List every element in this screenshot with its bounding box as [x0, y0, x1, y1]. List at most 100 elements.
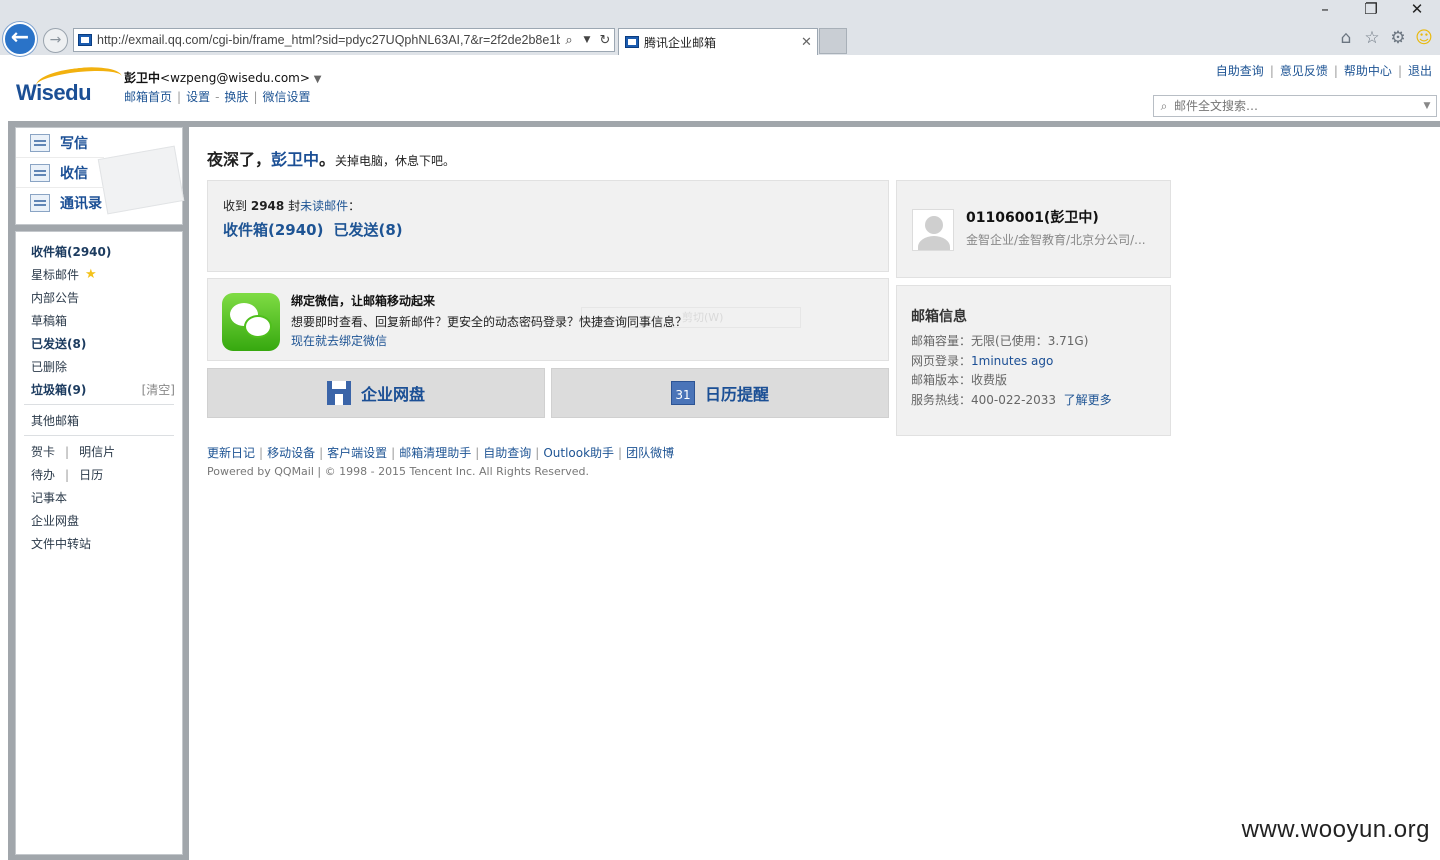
folder-starred-label: 星标邮件: [31, 268, 80, 282]
browser-tab[interactable]: 腾讯企业邮箱 ✕: [618, 28, 818, 55]
notes-link[interactable]: 记事本: [16, 486, 182, 509]
profile-org: 金智企业/金智教育/北京分公司/...: [966, 233, 1146, 247]
clear-spam-link[interactable]: [清空]: [142, 381, 175, 398]
folder-notice[interactable]: 内部公告: [16, 286, 182, 309]
quick-actions-panel: 写信 收信 通讯录: [15, 127, 185, 225]
mail-search-input[interactable]: [1174, 99, 1418, 113]
file-transfer-link[interactable]: 文件中转站: [16, 532, 182, 555]
new-tab-button[interactable]: [819, 28, 847, 54]
browser-chrome: – ❐ ✕ ← → http://exmail.qq.com/cgi-bin/f…: [0, 0, 1440, 56]
mail-home-link[interactable]: 邮箱首页: [124, 90, 172, 104]
logo-text: Wisedu: [16, 80, 92, 105]
user-identity[interactable]: 彭卫中<wzpeng@wisedu.com> ▼: [124, 69, 321, 86]
calendar-reminder-button[interactable]: 31 日历提醒: [551, 368, 889, 418]
close-window-button[interactable]: ✕: [1394, 0, 1440, 20]
folder-drafts[interactable]: 草稿箱: [16, 309, 182, 332]
star-icon: ★: [85, 267, 97, 282]
sent-link[interactable]: 已发送(8): [333, 221, 402, 239]
enterprise-disk-button[interactable]: 企业网盘: [207, 368, 545, 418]
avatar[interactable]: [912, 209, 954, 251]
wechat-settings-link[interactable]: 微信设置: [262, 90, 310, 104]
envelope-decoration: [97, 145, 185, 215]
compose-button[interactable]: 写信: [16, 128, 104, 158]
bind-wechat-link[interactable]: 现在就去绑定微信: [291, 332, 387, 349]
wechat-icon[interactable]: [222, 293, 280, 351]
folder-inbox[interactable]: 收件箱(2940): [16, 240, 182, 263]
home-icon[interactable]: ⌂: [1336, 28, 1356, 48]
unread-mail-link[interactable]: 未读邮件: [300, 199, 348, 213]
search-icon: ⌕: [1160, 98, 1168, 113]
version-value: 收费版: [971, 373, 1008, 387]
contacts-label: 通讯录: [60, 196, 102, 212]
changelog-link[interactable]: 更新日记: [207, 446, 255, 460]
folder-spam[interactable]: 垃圾箱(9) [清空]: [16, 378, 182, 401]
team-weibo-link[interactable]: 团队微博: [626, 446, 674, 460]
tools-row-cards: 贺卡 | 明信片: [31, 443, 116, 460]
folder-deleted[interactable]: 已删除: [16, 355, 182, 378]
site-favicon-icon: [78, 34, 92, 46]
folder-sent[interactable]: 已发送(8): [16, 332, 182, 355]
wisedu-logo[interactable]: Wisedu: [14, 63, 124, 110]
greeting-tail: 关掉电脑，休息下吧。: [335, 154, 456, 168]
refresh-icon[interactable]: ↻: [596, 33, 614, 48]
skin-link[interactable]: 换肤: [224, 90, 248, 104]
search-icon[interactable]: ⌕: [560, 33, 578, 48]
contacts-button[interactable]: 通讯录: [16, 188, 104, 218]
mailbox-links: 收件箱(2940) 已发送(8): [223, 219, 413, 240]
postcard-link[interactable]: 明信片: [79, 443, 115, 460]
search-dropdown-icon[interactable]: ▼: [1418, 101, 1436, 111]
calendar-reminder-label: 日历提醒: [704, 385, 769, 404]
divider: [24, 404, 174, 405]
feedback-link[interactable]: 意见反馈: [1280, 64, 1328, 78]
folder-other-mailbox[interactable]: 其他邮箱: [16, 409, 182, 432]
dropdown-icon[interactable]: ▼: [578, 35, 596, 45]
greeting-prefix: 夜深了，: [207, 150, 272, 169]
mobile-device-link[interactable]: 移动设备: [267, 446, 315, 460]
url-text[interactable]: http://exmail.qq.com/cgi-bin/frame_html?…: [97, 33, 560, 47]
outlook-assistant-link[interactable]: Outlook助手: [543, 446, 614, 460]
hotline-value: 400-022-2033: [971, 392, 1057, 407]
minimize-button[interactable]: –: [1302, 0, 1348, 20]
capacity-value: 无限(已使用：3.71G): [971, 334, 1089, 348]
header-right-links: 自助查询 | 意见反馈 | 帮助中心 | 退出: [1215, 64, 1432, 78]
mail-search-box: ⌕ ▼: [1153, 95, 1437, 117]
enterprise-disk-label: 企业网盘: [360, 385, 425, 404]
powered-by: Powered by QQMail | © 1998 - 2015 Tencen…: [207, 465, 590, 478]
inbox-link[interactable]: 收件箱(2940): [223, 221, 323, 239]
self-query-link[interactable]: 自助查询: [483, 446, 531, 460]
learn-more-link[interactable]: 了解更多: [1064, 393, 1112, 407]
profile-name: 01106001(彭卫中): [966, 210, 1099, 226]
user-email: <wzpeng@wisedu.com>: [160, 71, 310, 85]
folder-starred[interactable]: 星标邮件 ★: [16, 263, 182, 286]
compose-label: 写信: [60, 135, 88, 152]
wechat-bind-panel: 绑定微信，让邮箱移动起来 剪切(W) 想要即时查看、回复新邮件？更安全的动态密码…: [207, 278, 889, 361]
tab-close-icon[interactable]: ✕: [801, 35, 817, 50]
greeting-name: 彭卫中: [271, 150, 320, 169]
address-bar[interactable]: http://exmail.qq.com/cgi-bin/frame_html?…: [73, 28, 615, 52]
settings-link[interactable]: 设置: [186, 90, 210, 104]
compose-icon: [30, 133, 50, 152]
logout-link[interactable]: 退出: [1408, 64, 1432, 78]
enterprise-disk-link[interactable]: 企业网盘: [16, 509, 182, 532]
help-center-link[interactable]: 帮助中心: [1344, 64, 1392, 78]
favorites-star-icon[interactable]: ☆: [1362, 28, 1382, 48]
calendar-link[interactable]: 日历: [79, 466, 103, 483]
capacity-row: 邮箱容量：无限(已使用：3.71G): [911, 334, 1089, 348]
unread-summary: 收到 2948 封未读邮件：: [223, 199, 361, 213]
card-link[interactable]: 贺卡: [31, 443, 55, 460]
tab-title: 腾讯企业邮箱: [644, 35, 717, 50]
cleanup-assistant-link[interactable]: 邮箱清理助手: [399, 446, 471, 460]
forward-arrow-icon[interactable]: →: [43, 28, 68, 53]
restore-button[interactable]: ❐: [1348, 0, 1394, 20]
back-arrow-icon[interactable]: ←: [3, 22, 37, 56]
self-service-link[interactable]: 自助查询: [1216, 64, 1264, 78]
chevron-down-icon[interactable]: ▼: [314, 74, 322, 85]
receive-button[interactable]: 收信: [16, 158, 104, 188]
greeting-suffix: 。: [319, 150, 336, 169]
todo-link[interactable]: 待办: [31, 466, 55, 483]
feedback-smiley-icon[interactable]: ☺: [1414, 28, 1434, 48]
client-settings-link[interactable]: 客户端设置: [327, 446, 387, 460]
settings-gear-icon[interactable]: ⚙: [1388, 28, 1408, 48]
wechat-title: 绑定微信，让邮箱移动起来: [291, 294, 436, 308]
user-name: 彭卫中: [124, 71, 161, 85]
